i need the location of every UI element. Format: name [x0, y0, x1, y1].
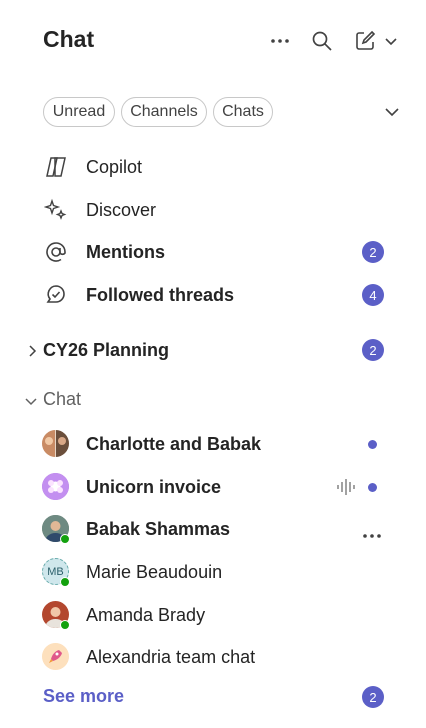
- followed-threads-icon: [42, 281, 70, 309]
- group-avatar: [42, 473, 69, 500]
- presence-available-icon: [60, 577, 70, 587]
- chevron-right-icon: [27, 344, 37, 362]
- unread-dot: [368, 440, 377, 449]
- nav-mentions[interactable]: Mentions 2: [0, 232, 426, 272]
- chat-item-marie-beaudouin[interactable]: MB Marie Beaudouin: [0, 552, 426, 592]
- more-options-icon[interactable]: [362, 526, 382, 544]
- nav-label: Followed threads: [86, 284, 235, 305]
- nav-label: Mentions: [86, 241, 165, 262]
- team-badge: 2: [362, 339, 384, 361]
- nav-label: Copilot: [86, 156, 143, 177]
- see-more-badge: 2: [362, 686, 384, 708]
- nav-label: Discover: [86, 199, 157, 220]
- team-label: CY26 Planning: [43, 339, 170, 360]
- nav-followed-threads[interactable]: Followed threads 4: [0, 275, 426, 315]
- more-options-icon[interactable]: [267, 28, 293, 54]
- chevron-down-icon: [25, 394, 37, 412]
- chevron-down-icon[interactable]: [380, 28, 402, 54]
- mentions-badge: 2: [362, 241, 384, 263]
- search-icon[interactable]: [309, 28, 335, 54]
- chat-name: Marie Beaudouin: [86, 561, 223, 582]
- chat-item-unicorn-invoice[interactable]: Unicorn invoice: [0, 467, 426, 507]
- sparkle-icon: [42, 196, 70, 224]
- chat-name: Babak Shammas: [86, 518, 231, 539]
- filters-expand-icon[interactable]: [379, 99, 405, 125]
- chat-section-header[interactable]: Chat: [0, 379, 426, 419]
- filter-unread[interactable]: Unread: [43, 97, 115, 127]
- audio-waveform-icon: [336, 478, 356, 501]
- chat-name: Unicorn invoice: [86, 476, 222, 497]
- see-more-link[interactable]: See more: [43, 686, 124, 707]
- chat-name: Amanda Brady: [86, 604, 206, 625]
- chat-item-alexandria-team-chat[interactable]: Alexandria team chat: [0, 637, 426, 677]
- chat-item-charlotte-and-babak[interactable]: Charlotte and Babak: [0, 424, 426, 464]
- team-cy26-planning[interactable]: CY26 Planning 2: [0, 330, 426, 370]
- unread-dot: [368, 483, 377, 492]
- filter-chats[interactable]: Chats: [213, 97, 273, 127]
- presence-available-icon: [60, 534, 70, 544]
- nav-copilot[interactable]: Copilot: [0, 147, 426, 187]
- chat-name: Charlotte and Babak: [86, 433, 262, 454]
- rocket-avatar-icon: [42, 643, 69, 670]
- filter-channels[interactable]: Channels: [121, 97, 207, 127]
- chat-item-amanda-brady[interactable]: Amanda Brady: [0, 595, 426, 635]
- new-chat-icon[interactable]: [352, 28, 378, 54]
- nav-discover[interactable]: Discover: [0, 190, 426, 230]
- at-sign-icon: [42, 238, 70, 266]
- followed-threads-badge: 4: [362, 284, 384, 306]
- group-avatar: [42, 430, 69, 457]
- chat-section-label: Chat: [43, 388, 82, 409]
- copilot-icon: [42, 153, 70, 181]
- presence-available-icon: [60, 620, 70, 630]
- chat-item-babak-shammas[interactable]: Babak Shammas: [0, 509, 426, 549]
- page-title: Chat: [43, 26, 95, 52]
- chat-name: Alexandria team chat: [86, 646, 256, 667]
